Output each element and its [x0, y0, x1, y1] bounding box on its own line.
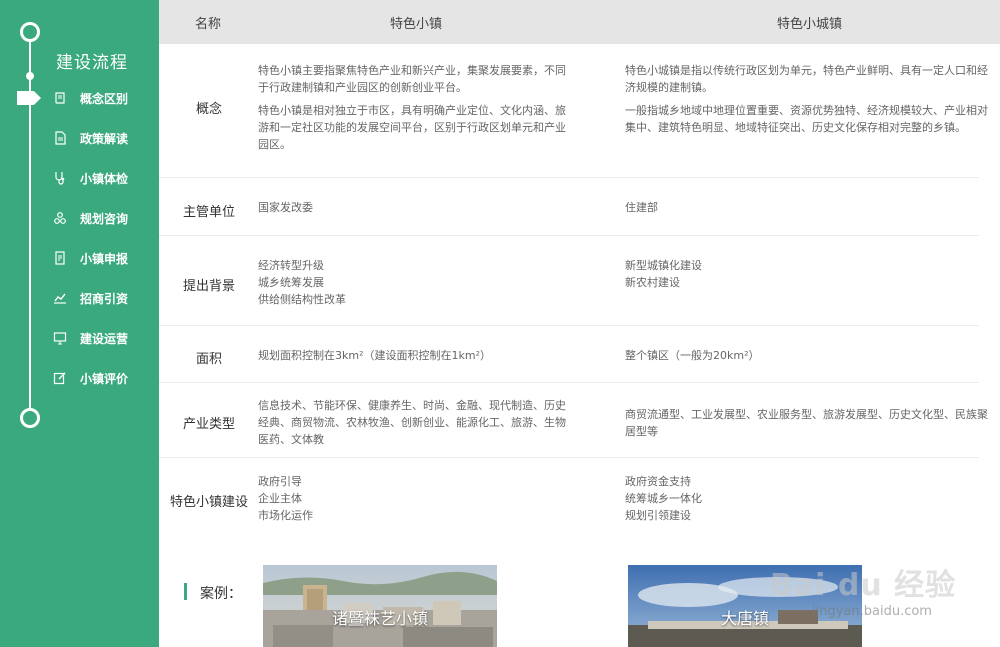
row-label: 特色小镇建设 — [169, 495, 248, 510]
sidebar-item-label: 小镇申报 — [80, 252, 129, 266]
watermark-logo: Bai du 经验 — [770, 568, 957, 603]
cell-feature-city-town: 新型城镇化建设 新农村建设 — [625, 257, 989, 291]
sidebar-item-evaluation[interactable]: 小镇评价 — [0, 364, 159, 392]
cell-text: 国家发改委 — [258, 201, 313, 214]
cell-text: 市场化运作 — [258, 509, 313, 522]
case-accent-bar — [184, 583, 187, 600]
stethoscope-icon — [55, 172, 65, 185]
row-label: 概念 — [195, 102, 222, 117]
network-icon — [54, 212, 66, 224]
cell-text: 政府资金支持 — [625, 475, 691, 488]
chart-icon — [54, 293, 66, 304]
table-row: 特色小镇建设 政府引导 企业主体 市场化运作 政府资金支持 统筹城乡一体化 规划… — [159, 458, 979, 540]
cell-text: 特色小镇是相对独立于市区，具有明确产业定位、文化内涵、旅游和一定社区功能的发展空… — [258, 104, 566, 151]
cell-text: 统筹城乡一体化 — [625, 492, 702, 505]
table-row: 概念 特色小镇主要指聚焦特色产业和新兴产业，集聚发展要素，不同于行政建制镇和产业… — [159, 44, 988, 178]
cell-feature-town: 国家发改委 — [258, 199, 576, 216]
sidebar-item-label: 规划咨询 — [80, 212, 129, 226]
cell-text: 整个镇区（一般为20km²） — [625, 349, 760, 362]
table-row: 产业类型 信息技术、节能环保、健康养生、时尚、金融、现代制造、历史经典、商贸物流… — [159, 383, 988, 458]
sidebar-item-label: 小镇评价 — [80, 372, 129, 386]
table-header: 名称 特色小镇 特色小城镇 — [159, 0, 1000, 44]
cell-text: 特色小镇主要指聚焦特色产业和新兴产业，集聚发展要素，不同于行政建制镇和产业园区的… — [258, 64, 566, 94]
timeline-dot — [26, 72, 34, 80]
cell-feature-city-town: 整个镇区（一般为20km²） — [625, 347, 989, 364]
cell-text: 一般指城乡地域中地理位置重要、资源优势独特、经济规模较大、产业相对集中、建筑特色… — [625, 104, 988, 134]
header-feature-town: 特色小镇 — [390, 17, 443, 32]
cell-text: 新型城镇化建设 — [625, 259, 702, 272]
book-icon — [55, 92, 65, 104]
cell-feature-town: 政府引导 企业主体 市场化运作 — [258, 473, 576, 524]
timeline-start-circle — [20, 22, 40, 42]
form-icon — [55, 251, 65, 265]
cell-feature-city-town: 政府资金支持 统筹城乡一体化 规划引领建设 — [625, 473, 989, 524]
cell-text: 规划引领建设 — [625, 509, 691, 522]
sidebar-item-label: 概念区别 — [80, 92, 129, 106]
sidebar-item-investment[interactable]: 招商引资 — [0, 284, 159, 312]
timeline-end-circle — [20, 408, 40, 428]
table-row: 提出背景 经济转型升级 城乡统筹发展 供给侧结构性改革 新型城镇化建设 新农村建… — [159, 236, 979, 326]
cell-text: 商贸流通型、工业发展型、农业服务型、旅游发展型、历史文化型、民族聚居型等 — [625, 408, 988, 438]
cell-text: 企业主体 — [258, 492, 302, 505]
sidebar-item-operation[interactable]: 建设运营 — [0, 324, 159, 352]
sidebar-item-label: 政策解读 — [80, 132, 129, 146]
sidebar-item-label: 小镇体检 — [80, 172, 129, 186]
case-image-1[interactable]: 诸暨袜艺小镇 — [263, 565, 497, 647]
cell-text: 城乡统筹发展 — [258, 276, 324, 289]
header-name: 名称 — [195, 17, 222, 32]
row-label: 主管单位 — [182, 205, 235, 220]
cell-feature-city-town: 商贸流通型、工业发展型、农业服务型、旅游发展型、历史文化型、民族聚居型等 — [625, 406, 989, 440]
cell-text: 政府引导 — [258, 475, 302, 488]
cell-text: 信息技术、节能环保、健康养生、时尚、金融、现代制造、历史经典、商贸物流、农林牧渔… — [258, 399, 566, 446]
monitor-icon — [53, 332, 67, 345]
cell-feature-town: 经济转型升级 城乡统筹发展 供给侧结构性改革 — [258, 257, 576, 308]
document-icon — [55, 131, 66, 145]
cell-text: 经济转型升级 — [258, 259, 324, 272]
sidebar-item-concept[interactable]: 概念区别 — [0, 84, 159, 112]
sidebar: 建设流程 概念区别 政策解读 小镇体检 规划咨询 小镇申报 招商引资 建设运营 … — [0, 0, 159, 647]
sidebar-item-policy[interactable]: 政策解读 — [0, 124, 159, 152]
sidebar-item-label: 建设运营 — [80, 332, 129, 346]
row-label: 提出背景 — [182, 279, 235, 294]
sidebar-item-planning[interactable]: 规划咨询 — [0, 204, 159, 232]
cell-feature-city-town: 特色小城镇是指以传统行政区划为单元，特色产业鲜明、具有一定人口和经济规模的建制镇… — [625, 62, 989, 142]
sidebar-title: 建设流程 — [56, 53, 128, 73]
cell-text: 新农村建设 — [625, 276, 680, 289]
watermark-url: jingyan.baidu.com — [812, 604, 932, 619]
table-row: 面积 规划面积控制在3km²（建设面积控制在1km²） 整个镇区（一般为20km… — [159, 326, 979, 383]
cell-feature-town: 规划面积控制在3km²（建设面积控制在1km²） — [258, 347, 576, 364]
edit-icon — [53, 372, 66, 385]
case-caption: 诸暨袜艺小镇 — [331, 609, 428, 628]
row-label: 面积 — [195, 352, 222, 367]
cell-text: 特色小城镇是指以传统行政区划为单元，特色产业鲜明、具有一定人口和经济规模的建制镇… — [625, 64, 988, 94]
cell-feature-town: 信息技术、节能环保、健康养生、时尚、金融、现代制造、历史经典、商贸物流、农林牧渔… — [258, 397, 576, 448]
case-label: 案例： — [200, 586, 242, 602]
header-feature-small-city-town: 特色小城镇 — [777, 17, 843, 32]
active-arrow-marker — [17, 91, 41, 105]
table-row: 主管单位 国家发改委 住建部 — [159, 178, 979, 236]
cell-text: 住建部 — [625, 201, 658, 214]
sidebar-item-application[interactable]: 小镇申报 — [0, 244, 159, 272]
sidebar-item-label: 招商引资 — [80, 292, 129, 306]
cell-text: 规划面积控制在3km²（建设面积控制在1km²） — [258, 349, 491, 362]
cell-feature-city-town: 住建部 — [625, 199, 989, 216]
cell-text: 供给侧结构性改革 — [258, 293, 346, 306]
sidebar-item-checkup[interactable]: 小镇体检 — [0, 164, 159, 192]
cell-feature-town: 特色小镇主要指聚焦特色产业和新兴产业，集聚发展要素，不同于行政建制镇和产业园区的… — [258, 62, 576, 159]
row-label: 产业类型 — [182, 417, 235, 432]
comparison-panel: 名称 特色小镇 特色小城镇 概念 特色小镇主要指聚焦特色产业和新兴产业，集聚发展… — [159, 0, 1000, 647]
